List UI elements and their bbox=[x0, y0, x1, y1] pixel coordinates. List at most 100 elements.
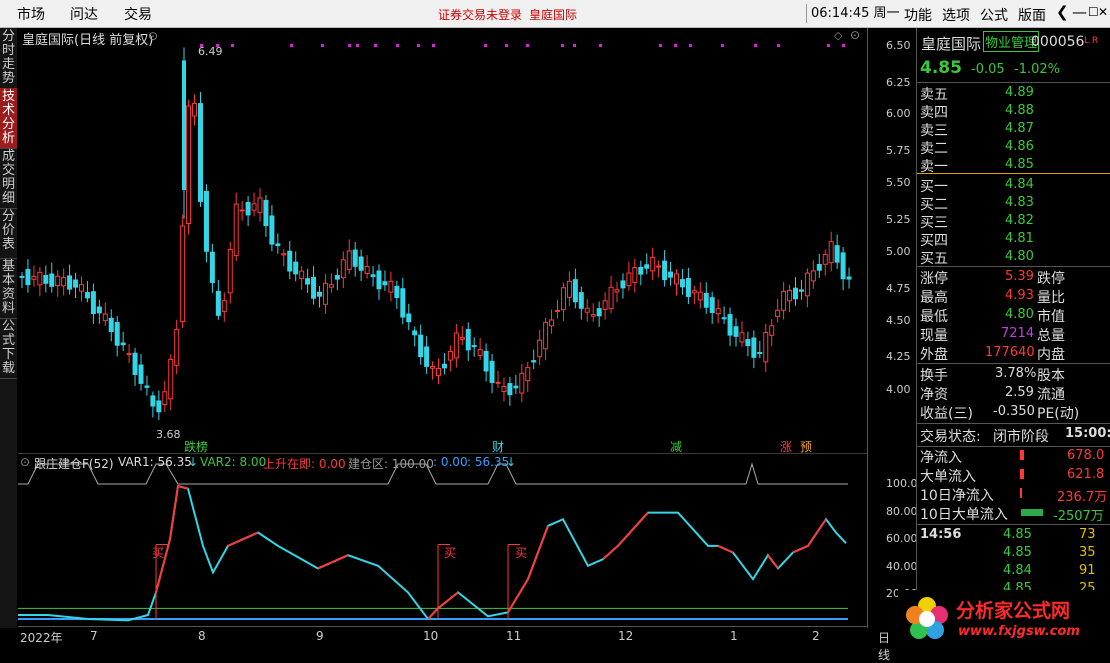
ask-price[interactable]: 4.88 bbox=[1005, 103, 1034, 118]
candle-body bbox=[388, 280, 394, 293]
tab-formula-download[interactable]: 公式下载 bbox=[0, 318, 17, 379]
candle-body bbox=[168, 358, 174, 400]
candle-body bbox=[156, 400, 162, 413]
chart-menu-icon[interactable]: ⊙ bbox=[850, 28, 860, 42]
stock-code: 000056 bbox=[1031, 34, 1085, 50]
candle-body bbox=[644, 264, 650, 269]
stat-value: -0.350 bbox=[993, 404, 1035, 419]
signal-dot bbox=[827, 44, 830, 47]
bid-price[interactable]: 4.81 bbox=[1005, 231, 1034, 246]
candle-body bbox=[400, 288, 406, 318]
menu-layout[interactable]: 版面 bbox=[1018, 5, 1046, 25]
minimize-icon[interactable]: — bbox=[1072, 3, 1087, 21]
flow-value: 678.0 bbox=[1067, 448, 1105, 463]
stat-value: 4.80 bbox=[1005, 307, 1034, 322]
menu-market[interactable]: 市场 bbox=[17, 4, 45, 24]
candle-body bbox=[418, 334, 424, 358]
price-tick: 5.50 bbox=[886, 176, 911, 189]
bid-price[interactable]: 4.80 bbox=[1005, 249, 1034, 264]
candle-body bbox=[757, 351, 763, 354]
ask-price[interactable]: 4.89 bbox=[1005, 85, 1034, 100]
menu-wenda[interactable]: 问达 bbox=[70, 4, 98, 24]
candle-body bbox=[114, 321, 120, 346]
menu-trade[interactable]: 交易 bbox=[124, 4, 152, 24]
tab-trades[interactable]: 成交明细 bbox=[0, 148, 17, 209]
kline-chart[interactable]: 皇庭国际(日线 前复权) ⊙ ◇ ⊙ 6.49 3.68 跌榜 财 减 涨 预 bbox=[18, 28, 867, 454]
candle-body bbox=[144, 385, 150, 388]
bid-price[interactable]: 4.82 bbox=[1005, 213, 1034, 228]
candle-body bbox=[715, 308, 721, 315]
close-icon[interactable]: ✕ bbox=[1098, 5, 1108, 19]
ask-price[interactable]: 4.87 bbox=[1005, 121, 1034, 136]
tick-volume: 73 bbox=[1079, 527, 1096, 542]
last-price: 4.85 bbox=[920, 58, 962, 78]
candle-body bbox=[233, 203, 239, 257]
divider bbox=[917, 266, 1110, 267]
candle-body bbox=[727, 314, 733, 336]
chart-title-dropdown-icon[interactable]: ⊙ bbox=[148, 29, 158, 43]
candle-body bbox=[269, 215, 275, 245]
candle-body bbox=[679, 279, 685, 288]
price-tick: 4.00 bbox=[886, 383, 911, 396]
settings-diamond-icon[interactable]: ◇ bbox=[834, 29, 842, 42]
tick-price: 4.85 bbox=[1003, 545, 1032, 560]
candle-body bbox=[810, 270, 816, 282]
buy-signal-label: 买 bbox=[515, 546, 528, 560]
menu-options[interactable]: 选项 bbox=[942, 5, 970, 25]
signal-dot bbox=[674, 44, 677, 47]
signal-dot bbox=[505, 44, 508, 47]
clock: 06:14:45 周一 bbox=[806, 4, 904, 23]
candle-body bbox=[549, 319, 555, 327]
candle-body bbox=[519, 372, 525, 394]
stat-label: 市值 bbox=[1037, 309, 1065, 325]
top-menu-bar: 市场 问达 交易 证券交易未登录 皇庭国际 06:14:45 周一 功能 选项 … bbox=[0, 0, 1110, 28]
tab-technical[interactable]: 技术分析 bbox=[0, 88, 17, 149]
menu-formula[interactable]: 公式 bbox=[980, 5, 1008, 25]
tab-fundamentals[interactable]: 基本资料 bbox=[0, 258, 17, 319]
rising-segment bbox=[427, 591, 459, 620]
indicator-value1: : 0.00 bbox=[433, 455, 468, 469]
bid-price[interactable]: 4.84 bbox=[1005, 177, 1034, 192]
tab-price-table[interactable]: 分价表 bbox=[0, 208, 17, 259]
indicator-up: 上升在即: 0.00 bbox=[263, 457, 346, 471]
candle-body bbox=[572, 279, 578, 303]
bid-label: 买一 bbox=[920, 179, 948, 195]
price-tick: 4.50 bbox=[886, 314, 911, 327]
price-tick: 6.00 bbox=[886, 107, 911, 120]
login-warning[interactable]: 证券交易未登录 bbox=[438, 6, 522, 23]
tick-price: 4.84 bbox=[1003, 563, 1032, 578]
ask-price[interactable]: 4.86 bbox=[1005, 139, 1034, 154]
bid-price[interactable]: 4.83 bbox=[1005, 195, 1034, 210]
candle-body bbox=[406, 313, 412, 323]
flow-value: 621.8 bbox=[1067, 467, 1105, 482]
signal-dot bbox=[396, 44, 399, 47]
flow-label: 净流入 bbox=[920, 450, 962, 466]
bid-ask-divider bbox=[917, 173, 1110, 174]
y-axis: 6.50 6.25 6.00 5.75 5.50 5.25 5.00 4.75 … bbox=[867, 28, 918, 628]
price-tick: 6.25 bbox=[886, 76, 911, 89]
period-label[interactable]: 日线 bbox=[878, 629, 890, 663]
stat-value: 177640 bbox=[985, 345, 1035, 360]
stat-label: 最低 bbox=[920, 309, 948, 325]
trade-status-time: 15:00:0 bbox=[1065, 426, 1110, 441]
tab-intraday[interactable]: 分时走势 bbox=[0, 28, 17, 89]
signal-dot bbox=[561, 44, 564, 47]
candle-body bbox=[507, 383, 513, 396]
ask-price[interactable]: 4.85 bbox=[1005, 157, 1034, 172]
menu-function[interactable]: 功能 bbox=[904, 5, 932, 25]
back-icon[interactable]: ❮ bbox=[1056, 3, 1069, 21]
signal-dot bbox=[484, 44, 487, 47]
stat-label: 涨停 bbox=[920, 271, 948, 287]
trade-status-value: 闭市阶段 bbox=[993, 429, 1049, 445]
indicator-menu-icon[interactable]: ⊙ bbox=[20, 455, 30, 469]
candle-body bbox=[608, 286, 614, 310]
bid-label: 买五 bbox=[920, 251, 948, 267]
indicator-chart[interactable]: ⊙ 跟庄建仓F(52) VAR1: 56.35 ↓ VAR2: 8.00 上升在… bbox=[18, 453, 867, 626]
bid-label: 买四 bbox=[920, 233, 948, 249]
x-tick: 7 bbox=[90, 629, 98, 643]
candle-body bbox=[31, 275, 37, 280]
x-tick: 9 bbox=[316, 629, 324, 643]
candle-body bbox=[221, 300, 227, 312]
ask-label: 卖二 bbox=[920, 141, 948, 157]
candle-body bbox=[364, 266, 370, 275]
